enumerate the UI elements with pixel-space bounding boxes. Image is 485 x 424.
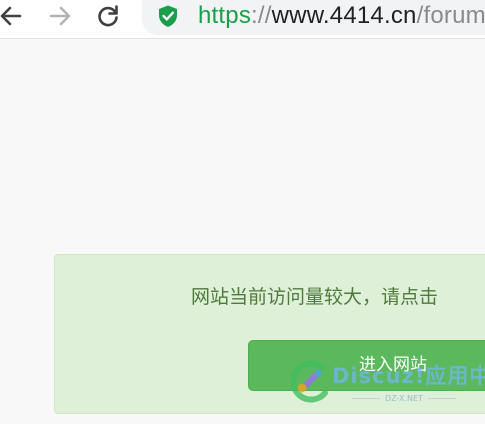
enter-site-button[interactable]: 进入网站 [248, 340, 485, 391]
forward-button[interactable] [45, 3, 75, 29]
address-bar[interactable]: https://www.4414.cn/forum-7 [142, 0, 485, 35]
shield-check-icon[interactable] [156, 4, 180, 28]
browser-window: https://www.4414.cn/forum-7 网站当前访问量较大，请点… [0, 0, 485, 424]
notice-panel: 网站当前访问量较大，请点击 进入网站 [54, 254, 485, 414]
notice-message: 网站当前访问量较大，请点击 [191, 286, 439, 308]
url-path: /forum-7 [416, 2, 485, 29]
url-host: www.4414.cn [271, 2, 417, 29]
reload-button[interactable] [93, 3, 123, 29]
enter-site-button-label: 进入网站 [359, 355, 427, 375]
browser-toolbar: https://www.4414.cn/forum-7 [0, 0, 485, 39]
back-arrow-icon [0, 6, 22, 26]
back-button[interactable] [0, 3, 26, 29]
reload-icon [98, 5, 118, 27]
url-scheme: https [198, 2, 252, 29]
url-separator: :// [251, 2, 272, 29]
url-text[interactable]: https://www.4414.cn/forum-7 [198, 2, 485, 30]
forward-arrow-icon [49, 6, 71, 26]
